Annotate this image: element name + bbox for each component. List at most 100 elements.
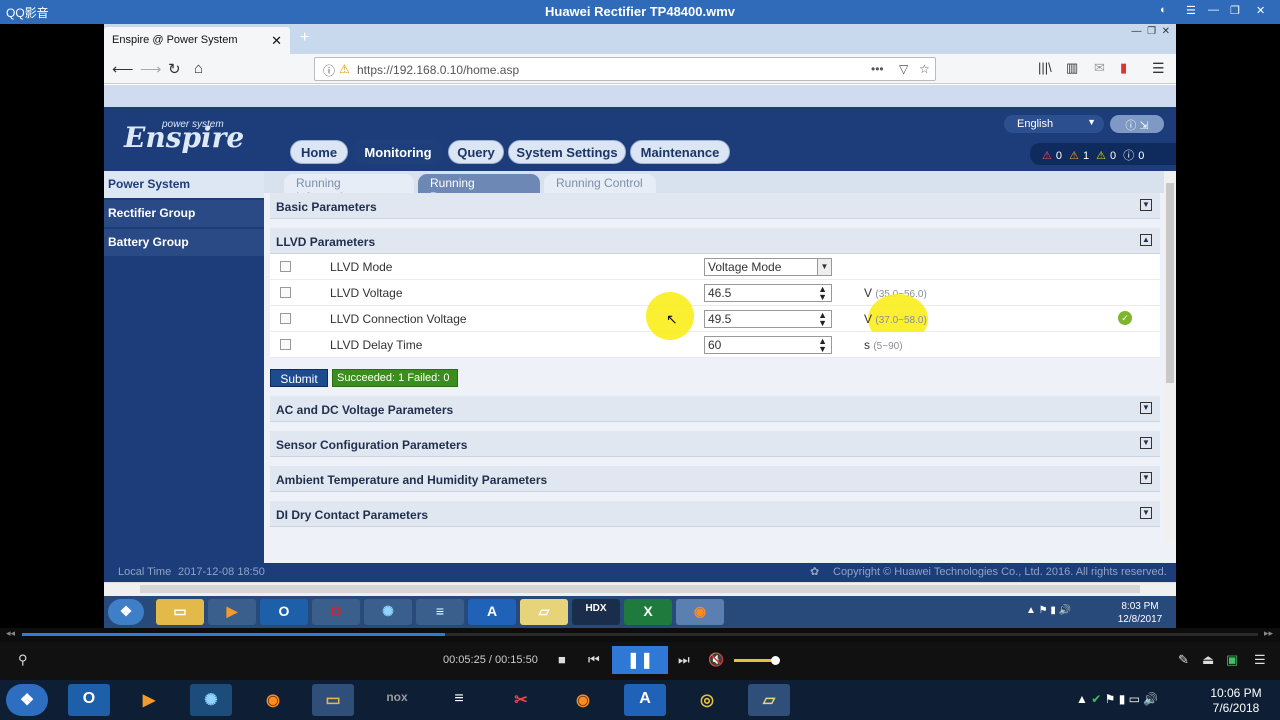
scroll-thumb[interactable] [1166,183,1174,383]
window-controls[interactable]: — ❐ ✕ [1132,26,1170,37]
outlook-taskbar-icon[interactable]: O [260,599,308,625]
row-checkbox[interactable] [280,339,291,350]
tab-running-control[interactable]: Running Control [544,174,656,193]
seek-forward-icon[interactable]: ▸▸ [1264,628,1273,639]
section-sensor-configuration[interactable]: Sensor Configuration Parameters ▼ [270,431,1160,457]
sidebar-item-battery-group[interactable]: Battery Group [104,229,264,256]
row-checkbox[interactable] [280,287,291,298]
lock-warning-icon[interactable]: ⚠ [339,62,350,76]
expand-icon[interactable]: ▼ [1140,507,1152,519]
expand-icon[interactable]: ▼ [1140,402,1152,414]
explorer-taskbar-icon[interactable]: ▭ [156,599,204,625]
sidebar-item-power-system[interactable]: Power System [104,171,264,198]
library-icon[interactable]: |||\ [1038,60,1052,75]
new-tab-icon[interactable]: + [300,29,309,47]
submit-button[interactable]: Submit [270,369,328,387]
appstore-taskbar-icon[interactable]: A [624,684,666,716]
menu-home[interactable]: Home [290,140,348,164]
spinner-icon[interactable]: ▲ ▼ [818,311,827,328]
snipping-taskbar-icon[interactable]: ✂ [500,684,542,716]
reload-icon[interactable]: ↻ [168,60,181,78]
scanner-taskbar-icon[interactable]: ≡ [416,599,464,625]
volume-knob[interactable] [771,656,780,665]
llvd-voltage-input[interactable]: 46.5 ▲ ▼ [704,284,832,302]
eject-icon[interactable]: ⏏ [1202,652,1214,668]
player-minimize-icon[interactable]: — [1208,4,1219,16]
llvd-delay-time-input[interactable]: 60 ▲ ▼ [704,336,832,354]
scroll-thumb[interactable] [140,585,1140,593]
tray-icons[interactable]: ▲ ⚑ ▮ 🔊 [1026,605,1071,616]
section-ac-dc-voltage[interactable]: AC and DC Voltage Parameters ▼ [270,396,1160,422]
spinner-icon[interactable]: ▲ ▼ [818,337,827,354]
hdx-taskbar-icon[interactable]: HDX [572,599,620,625]
tray-icons[interactable]: ▲ ✔ ⚑ ▮ ▭ 🔊 [1076,692,1158,706]
pocket-icon[interactable]: ▽ [899,62,908,76]
section-ambient-temperature[interactable]: Ambient Temperature and Humidity Paramet… [270,466,1160,492]
screenshot-icon[interactable]: ✉ [1094,60,1105,76]
inner-clock[interactable]: 8:03 PM 12/8/2017 [1104,600,1176,626]
playlist-icon[interactable]: ☰ [1254,652,1266,668]
firefox-taskbar-icon[interactable]: ◉ [676,599,724,625]
player-restore-icon[interactable]: ❐ [1230,4,1240,17]
menu-maintenance[interactable]: Maintenance [630,140,730,164]
url-bar[interactable]: ⓘ ⚠ https://192.168.0.10/home.asp ••• ▽ … [314,57,936,81]
back-icon[interactable]: ⟵ [112,60,134,78]
seek-back-icon[interactable]: ◂◂ [6,628,15,639]
start-button[interactable]: ❖ [108,599,144,625]
outlook-taskbar-icon[interactable]: O [68,684,110,716]
llvd-connection-voltage-input[interactable]: 49.5 ▲ ▼ [704,310,832,328]
excel-taskbar-icon[interactable]: X [624,599,672,625]
pause-button[interactable]: ❚❚ [612,646,668,674]
forward-icon[interactable]: ⟶ [140,60,162,78]
row-checkbox[interactable] [280,313,291,324]
screen-icon[interactable]: ▣ [1226,652,1238,668]
media-taskbar-icon[interactable]: ▶ [128,684,170,716]
section-llvd-parameters[interactable]: LLVD Parameters ▲ [270,228,1160,254]
player-close-icon[interactable]: ✕ [1256,4,1265,17]
volume-slider[interactable] [734,659,776,662]
dropdown-arrow-icon[interactable]: ▼ [817,259,831,275]
pin-icon[interactable]: ⚲ [18,652,28,668]
stop-icon[interactable]: ■ [558,652,566,667]
scanner-taskbar-icon[interactable]: ≡ [438,684,480,716]
reel-taskbar-icon[interactable]: ✺ [190,684,232,716]
language-select[interactable]: English ▼ [1004,115,1104,133]
page-actions-icon[interactable]: ••• [871,62,884,76]
reel-taskbar-icon[interactable]: ✺ [364,599,412,625]
explorer-taskbar-icon[interactable]: ▭ [312,684,354,716]
expand-icon[interactable]: ▼ [1140,437,1152,449]
nox-taskbar-icon[interactable]: nox [376,684,418,716]
player-menu-icon[interactable]: ☰ [1186,4,1196,17]
tab-running-information[interactable]: Running Information [284,174,414,204]
player-skin-icon[interactable]: ◐ [1160,4,1167,16]
llvd-mode-select[interactable]: Voltage Mode ▼ [704,258,832,276]
tab-running-parameter[interactable]: Running Parameter [418,174,540,204]
media-taskbar-icon[interactable]: ▶ [208,599,256,625]
tab-close-icon[interactable]: ✕ [271,33,282,49]
section-di-dry-contact[interactable]: DI Dry Contact Parameters ▼ [270,501,1160,527]
firefox-taskbar-icon[interactable]: ◉ [252,684,294,716]
help-icon[interactable]: ⓘ [1125,120,1136,132]
section-basic-parameters[interactable]: Basic Parameters ▼ [270,193,1160,219]
opera-taskbar-icon[interactable]: O [312,599,360,625]
chrome-taskbar-icon[interactable]: ◎ [686,684,728,716]
folder-taskbar-icon[interactable]: ▱ [748,684,790,716]
menu-monitoring[interactable]: Monitoring [352,140,444,164]
os-clock[interactable]: 10:06 PM 7/6/2018 [1196,686,1276,716]
mute-icon[interactable]: 🔇 [708,652,724,668]
expand-icon[interactable]: ▼ [1140,472,1152,484]
next-icon[interactable]: ⏭ [678,652,690,668]
bookmark-star-icon[interactable]: ☆ [919,62,930,76]
browser-tab[interactable]: Enspire @ Power System ✕ [104,27,290,54]
vertical-scrollbar[interactable] [1164,171,1176,541]
row-checkbox[interactable] [280,261,291,272]
prev-icon[interactable]: ⏮ [588,652,600,668]
appstore-taskbar-icon[interactable]: A [468,599,516,625]
folder-taskbar-icon[interactable]: ▱ [520,599,568,625]
expand-icon[interactable]: ▼ [1140,199,1152,211]
sidebar-icon[interactable]: ▥ [1066,60,1078,76]
start-button[interactable]: ❖ [6,684,48,716]
collapse-icon[interactable]: ▲ [1140,234,1152,246]
horizontal-scrollbar[interactable] [104,582,1176,596]
info-icon[interactable]: ⓘ [323,62,335,79]
